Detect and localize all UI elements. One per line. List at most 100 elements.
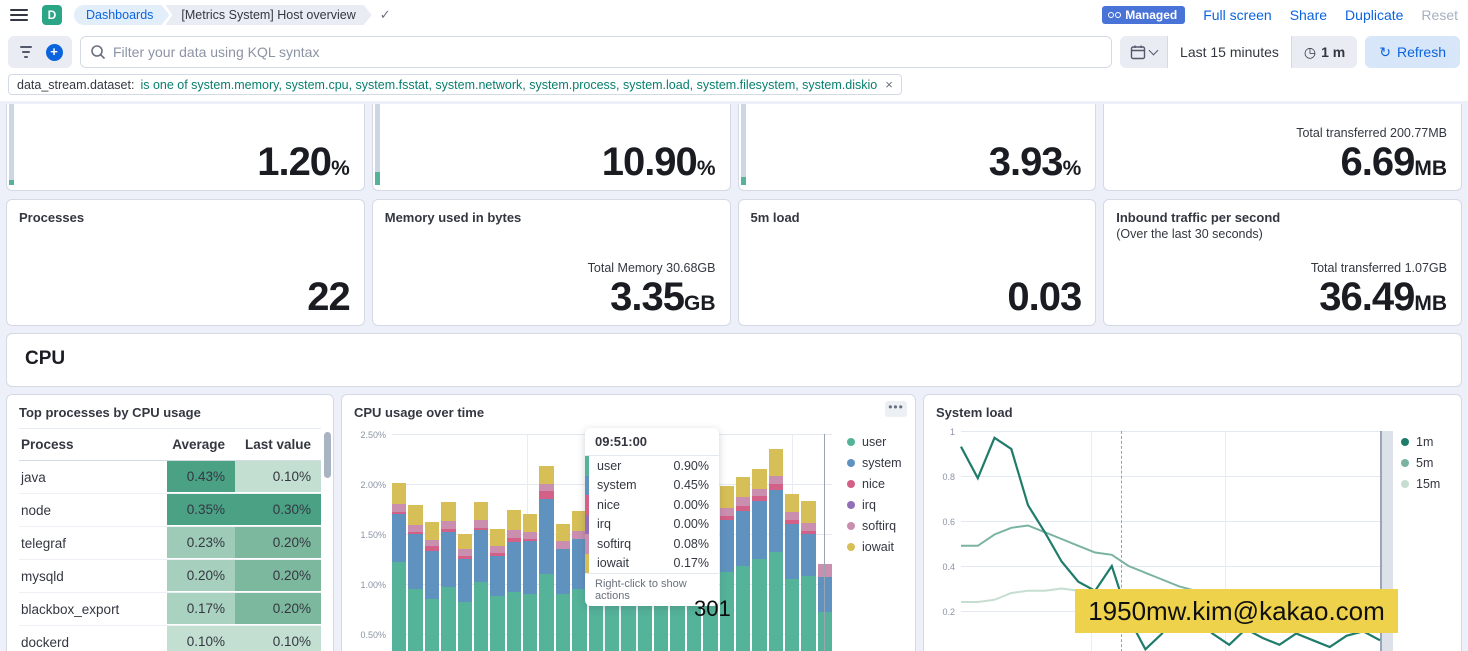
legend-item[interactable]: nice [847,477,902,491]
last-value-cell: 0.30% [235,494,321,527]
legend-item[interactable]: softirq [847,519,902,533]
stacked-bar[interactable] [392,483,406,651]
column-header-process[interactable]: Process [19,429,167,461]
legend-dot [1401,438,1409,446]
process-table: Process Average Last value java0.43%0.10… [19,428,321,651]
filter-condition: is one of system.memory, system.cpu, sys… [140,78,877,92]
table-row[interactable]: node0.35%0.30% [19,494,321,527]
stacked-bar[interactable] [736,477,750,651]
memory-used-panel[interactable]: Memory used in bytes Total Memory 30.68G… [372,199,731,326]
process-name: node [19,494,167,527]
search-icon [90,44,106,60]
metric-panel[interactable]: Total transferred 200.77MB 6.69MB [1103,104,1462,191]
table-row[interactable]: java0.43%0.10% [19,461,321,494]
metric-panel[interactable]: 1.20% [6,104,365,191]
table-row[interactable]: blackbox_export0.17%0.20% [19,593,321,626]
legend-item[interactable]: 5m [1401,456,1440,470]
load-5m-panel[interactable]: 5m load 0.03 [738,199,1097,326]
query-bar: + Last 15 minutes ◷ 1 m ↻ Refresh [0,30,1468,72]
metric-value: 3.93 [989,140,1063,184]
inbound-traffic-panel[interactable]: Inbound traffic per second (Over the las… [1103,199,1462,326]
duplicate-button[interactable]: Duplicate [1345,7,1403,23]
y-axis-tick: 1.50% [342,530,386,540]
metric-panel[interactable]: 10.90% [372,104,731,191]
refresh-interval-button[interactable]: ◷ 1 m [1292,44,1357,61]
table-row[interactable]: telegraf0.23%0.20% [19,527,321,560]
stacked-bar[interactable] [769,449,783,651]
stacked-bar[interactable] [801,501,815,651]
y-axis-tick: 0.50% [342,630,386,640]
add-filter-icon[interactable]: + [40,38,68,66]
y-axis-tick: 1.00% [342,580,386,590]
panel-options-icon[interactable]: ••• [885,401,907,417]
stacked-bar[interactable] [752,469,766,651]
filter-button-group: + [8,36,72,68]
legend-item[interactable]: iowait [847,540,902,554]
metric-subtitle: Total Memory 30.68GB [588,261,716,275]
metric-progress-track [375,104,380,185]
refresh-icon: ↻ [1379,44,1391,61]
stacked-bar[interactable] [720,486,734,651]
last-value-cell: 0.20% [235,560,321,593]
metric-value: 3.35 [610,275,684,319]
stacked-bar[interactable] [556,524,570,651]
stacked-bar[interactable] [523,514,537,651]
metric-unit: MB [1414,157,1447,180]
metric-progress-track [9,104,14,185]
legend-item[interactable]: system [847,456,902,470]
legend-dot [847,438,855,446]
processes-panel[interactable]: Processes 22 [6,199,365,326]
full-screen-button[interactable]: Full screen [1203,7,1271,23]
metric-panel[interactable]: 3.93% [738,104,1097,191]
annotation-line [824,434,825,651]
stacked-bar[interactable] [490,529,504,651]
stacked-bar[interactable] [458,534,472,651]
share-button[interactable]: Share [1290,7,1327,23]
calendar-dropdown-button[interactable] [1120,36,1168,68]
kql-search-input[interactable] [80,36,1112,68]
legend-dot [1401,459,1409,467]
breadcrumb-dashboards[interactable]: Dashboards [74,5,169,25]
app-logo[interactable]: D [42,5,62,25]
stacked-bar[interactable] [441,502,455,651]
process-name: blackbox_export [19,593,167,626]
average-cell: 0.10% [167,626,235,651]
menu-icon[interactable] [10,9,28,21]
metric-progress-track [741,104,746,185]
cpu-usage-over-time-panel[interactable]: CPU usage over time ••• 2.50%2.00%1.50%1… [341,394,916,651]
time-range-button[interactable]: Last 15 minutes [1168,36,1292,68]
remove-filter-icon[interactable]: × [885,77,893,92]
panel-title: 5m load [739,200,1096,225]
watermark: 1950mw.kim@kakao.com [1075,589,1398,633]
stacked-bar[interactable] [474,502,488,651]
filter-pill-row: data_stream.dataset: is one of system.me… [0,72,1468,101]
legend-item[interactable]: 15m [1401,477,1440,491]
metric-subtitle: Total transferred 1.07GB [1311,261,1447,275]
refresh-button[interactable]: ↻ Refresh [1365,36,1460,68]
table-scrollbar[interactable] [324,432,331,478]
metric-unit: MB [1414,292,1447,315]
legend-item[interactable]: 1m [1401,435,1440,449]
stacked-bar[interactable] [785,494,799,651]
cpu-chart-legend: user system nice irq softirq iowait [847,435,902,561]
top-processes-panel[interactable]: Top processes by CPU usage Process Avera… [6,394,334,651]
stacked-bar[interactable] [425,522,439,651]
stacked-bar[interactable] [408,505,422,651]
legend-item[interactable]: irq [847,498,902,512]
dataset-filter-pill[interactable]: data_stream.dataset: is one of system.me… [8,74,902,95]
breadcrumb-current[interactable]: [Metrics System] Host overview [165,5,371,25]
filter-list-icon[interactable] [12,38,40,66]
stopwatch-icon: ◷ [1304,44,1316,61]
table-row[interactable]: mysqld0.20%0.20% [19,560,321,593]
table-row[interactable]: dockerd0.10%0.10% [19,626,321,651]
y-axis-tick: 2.00% [342,480,386,490]
y-axis-tick: 0.8 [927,472,955,482]
stacked-bar[interactable] [507,510,521,651]
column-header-last-value[interactable]: Last value [235,429,321,461]
legend-item[interactable]: user [847,435,902,449]
legend-dot [847,459,855,467]
stacked-bar[interactable] [539,466,553,651]
column-header-average[interactable]: Average [167,429,235,461]
reset-button[interactable]: Reset [1421,7,1458,23]
y-axis-tick: 0.6 [927,517,955,527]
